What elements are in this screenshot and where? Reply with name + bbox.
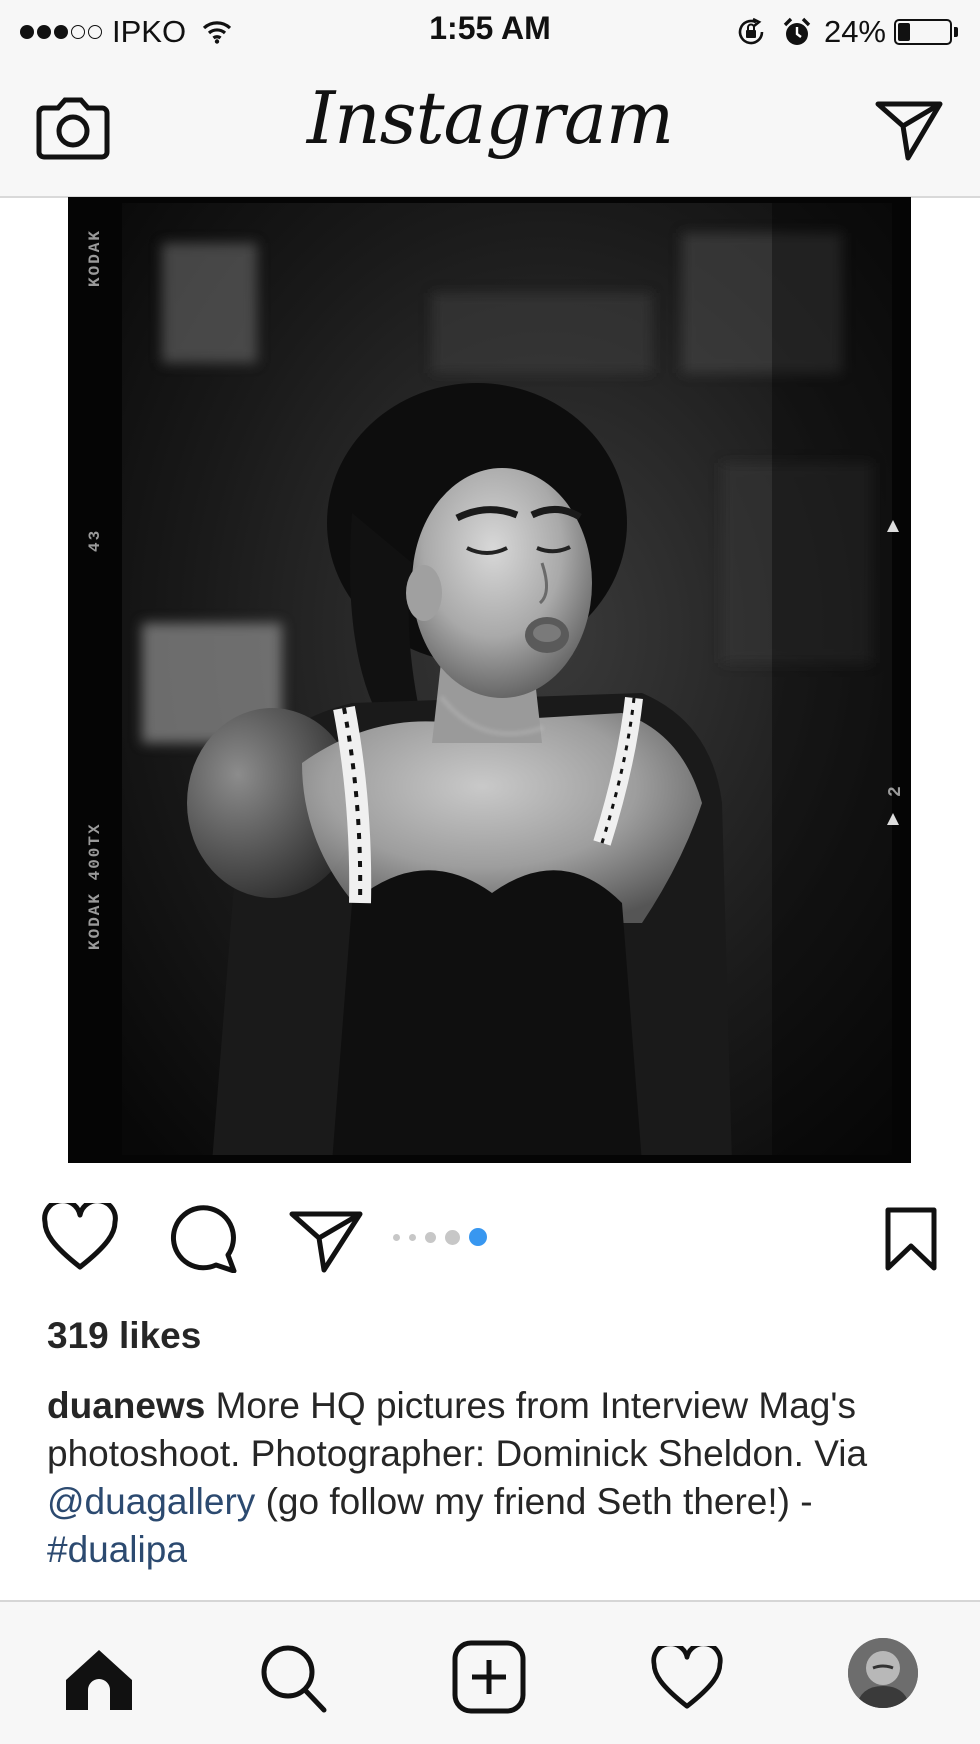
carousel-dot: [425, 1231, 436, 1243]
carousel-dot: [445, 1229, 460, 1245]
caption-mention[interactable]: @duagallery: [47, 1481, 255, 1522]
like-heart-icon[interactable]: [42, 1203, 118, 1271]
add-post-icon[interactable]: [452, 1640, 526, 1714]
carousel-indicator: [393, 1228, 496, 1246]
home-icon[interactable]: [64, 1648, 134, 1710]
photo-scene: [122, 203, 892, 1155]
carousel-dot-active: [469, 1228, 487, 1246]
battery-percent: 24%: [823, 14, 886, 49]
tab-bar: [0, 1600, 980, 1744]
nav-bar: Instagram: [0, 62, 980, 198]
battery-icon: [894, 19, 952, 45]
post-caption: duanews More HQ pictures from Interview …: [47, 1382, 927, 1574]
rotation-lock-icon: [738, 17, 764, 45]
caption-text: (go follow my friend Seth there!) -: [255, 1481, 813, 1522]
carousel-dot: [409, 1233, 416, 1241]
carousel-dot: [393, 1233, 400, 1241]
caption-hashtag[interactable]: #dualipa: [47, 1529, 187, 1570]
share-icon[interactable]: [288, 1208, 364, 1274]
alarm-icon: [783, 17, 811, 45]
film-frame-number: 2: [886, 784, 906, 797]
post-photo[interactable]: KODAK 43 KODAK 400TX 2: [68, 197, 911, 1163]
activity-heart-icon[interactable]: [650, 1646, 724, 1710]
bookmark-icon[interactable]: [884, 1206, 938, 1272]
comment-icon[interactable]: [168, 1205, 238, 1273]
avatar-image: [848, 1638, 918, 1708]
film-marker-triangle: [887, 813, 899, 825]
profile-avatar[interactable]: [848, 1638, 918, 1708]
direct-message-icon[interactable]: [874, 98, 944, 162]
search-icon[interactable]: [258, 1642, 328, 1714]
film-edge-number: 43: [86, 528, 104, 552]
film-frame: [122, 203, 892, 1155]
battery-fill: [898, 23, 910, 41]
battery-tip: [954, 27, 958, 37]
status-bar: IPKO 1:55 AM 24%: [0, 0, 980, 62]
film-edge-kodak-top: KODAK: [86, 228, 104, 287]
caption-username[interactable]: duanews: [47, 1385, 205, 1426]
instagram-logo: Instagram: [306, 76, 674, 160]
film-edge-kodak-bottom: KODAK 400TX: [86, 822, 104, 950]
likes-count[interactable]: 319 likes: [47, 1315, 201, 1357]
status-right: 24%: [734, 12, 958, 52]
film-marker-triangle: [887, 520, 899, 532]
